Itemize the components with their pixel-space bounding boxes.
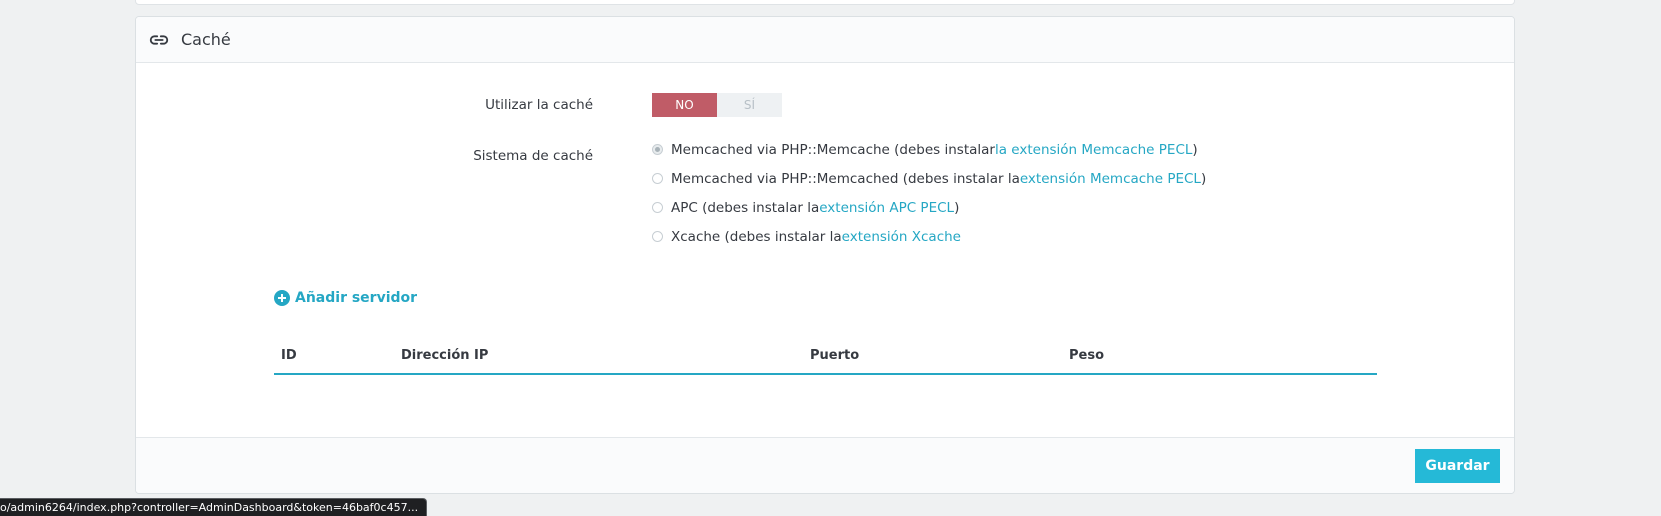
panel-heading: Caché: [136, 17, 1514, 63]
radio-option-memcache[interactable]: Memcached via PHP::Memcache (debes insta…: [652, 135, 1206, 164]
cache-system-label: Sistema de caché: [473, 148, 593, 164]
servers-table-header: ID Dirección IP Puerto Peso: [274, 337, 1377, 375]
radio-button[interactable]: [652, 231, 663, 242]
add-server-button[interactable]: Añadir servidor: [274, 290, 417, 306]
radio-option-suffix: ): [1192, 141, 1198, 158]
switch-option-no[interactable]: NO: [652, 93, 717, 117]
panel-footer: Guardar: [136, 437, 1514, 493]
browser-status-bar: o/admin6264/index.php?controller=AdminDa…: [0, 498, 428, 516]
radio-option-suffix: ): [1200, 170, 1207, 187]
apc-pecl-link[interactable]: extensión APC PECL: [819, 200, 954, 216]
save-button[interactable]: Guardar: [1415, 449, 1500, 483]
column-header-id: ID: [281, 348, 297, 363]
link-icon: [149, 34, 169, 45]
switch-option-yes[interactable]: SÍ: [717, 93, 782, 117]
radio-option-text: APC (debes instalar la: [671, 199, 820, 216]
panel-title: Caché: [181, 30, 231, 49]
radio-option-memcached[interactable]: Memcached via PHP::Memcached (debes inst…: [652, 164, 1206, 193]
radio-option-xcache[interactable]: Xcache (debes instalar la extensión Xcac…: [652, 222, 1206, 251]
add-server-label: Añadir servidor: [295, 290, 418, 306]
memcache-pecl-link[interactable]: la extensión Memcache PECL: [995, 142, 1192, 158]
column-header-ip: Dirección IP: [401, 348, 489, 363]
xcache-link[interactable]: extensión Xcache: [842, 229, 961, 245]
cache-system-row: Sistema de caché Memcached via PHP::Memc…: [136, 135, 1514, 251]
cache-system-options: Memcached via PHP::Memcache (debes insta…: [652, 135, 1206, 251]
previous-panel: [135, 0, 1515, 5]
radio-option-text: Memcached via PHP::Memcache (debes insta…: [671, 141, 995, 158]
radio-button[interactable]: [652, 202, 663, 213]
memcached-pecl-link[interactable]: extensión Memcache PECL: [1020, 171, 1201, 187]
use-cache-label: Utilizar la caché: [485, 97, 593, 113]
radio-button[interactable]: [652, 173, 663, 184]
radio-option-text: Xcache (debes instalar la: [671, 228, 842, 245]
radio-option-text: Memcached via PHP::Memcached (debes inst…: [671, 170, 1020, 187]
radio-option-apc[interactable]: APC (debes instalar la extensión APC PEC…: [652, 193, 1206, 222]
radio-button[interactable]: [652, 144, 663, 155]
cache-panel: Caché Utilizar la caché NO SÍ Sistema de…: [135, 16, 1515, 494]
plus-circle-icon: [274, 290, 290, 306]
column-header-port: Puerto: [810, 348, 860, 363]
use-cache-switch[interactable]: NO SÍ: [652, 93, 782, 117]
column-header-weight: Peso: [1069, 348, 1105, 363]
use-cache-row: Utilizar la caché NO SÍ: [136, 93, 1514, 117]
radio-option-suffix: ): [954, 199, 960, 216]
